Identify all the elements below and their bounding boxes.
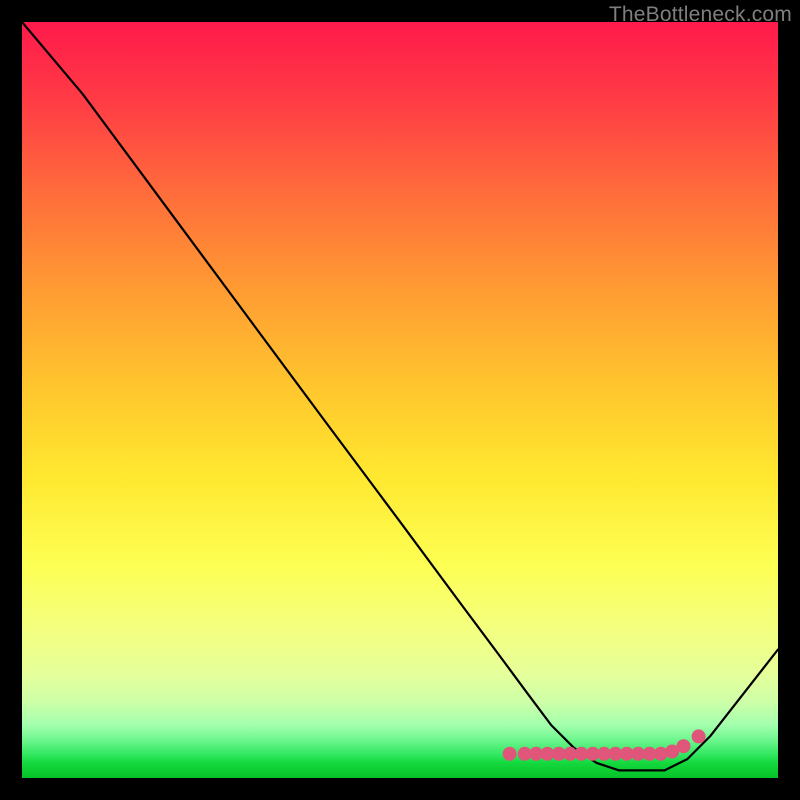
optimal-marker	[677, 739, 691, 753]
plot-area	[22, 22, 778, 778]
optimal-marker	[692, 729, 706, 743]
chart-svg	[22, 22, 778, 778]
optimal-marker	[503, 747, 517, 761]
gradient-bg	[22, 22, 778, 778]
chart-stage: TheBottleneck.com	[0, 0, 800, 800]
